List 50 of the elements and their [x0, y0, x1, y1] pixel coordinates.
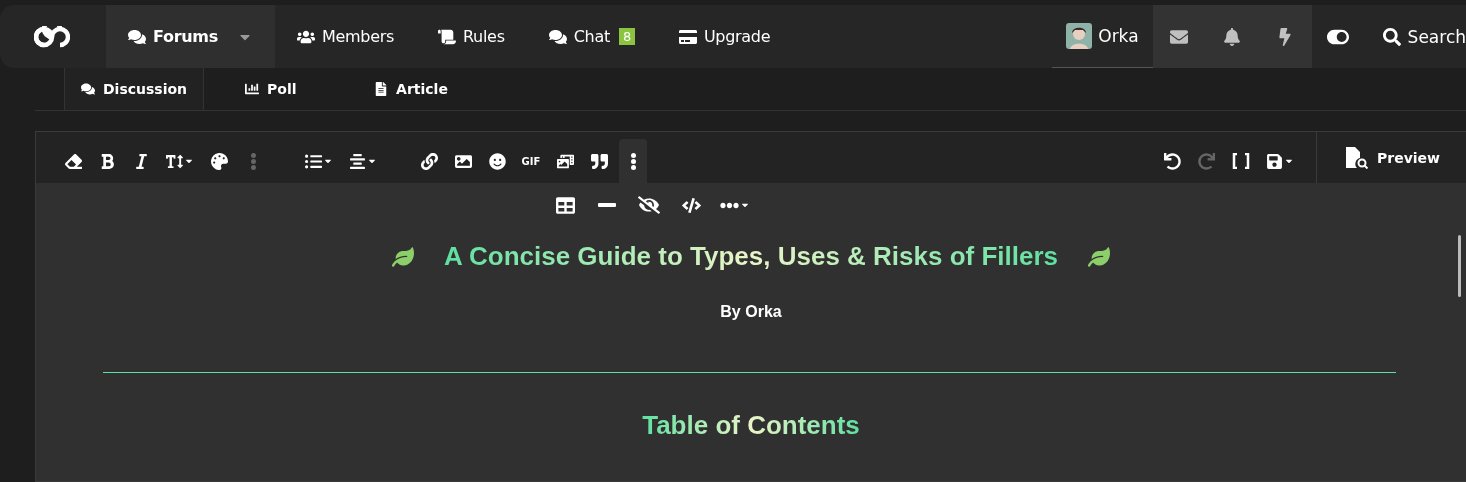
brackets-icon — [1232, 153, 1250, 169]
logo-icon[interactable] — [34, 25, 70, 48]
leaf-icon — [1088, 245, 1111, 268]
save-icon — [1266, 152, 1283, 170]
smiley-icon — [488, 152, 506, 170]
search-link[interactable]: Search — [1364, 5, 1466, 68]
hidden-icon — [638, 194, 660, 216]
nav-icon — [548, 27, 567, 46]
nav-icon — [128, 27, 146, 46]
nav-link[interactable]: Rules — [416, 5, 527, 68]
post-type-tab[interactable]: Article — [357, 68, 487, 110]
document-icon — [374, 82, 389, 96]
palette-icon — [210, 152, 228, 170]
mail-icon — [1170, 27, 1189, 46]
code-icon — [681, 195, 701, 215]
nav-icon — [678, 27, 697, 46]
text-size-icon — [166, 152, 183, 170]
align-icon — [349, 152, 366, 170]
search-icon — [1382, 27, 1401, 46]
bar-chart-icon — [245, 82, 260, 96]
more-icon — [250, 152, 256, 170]
post-type-tab[interactable]: Discussion — [64, 68, 205, 110]
link-icon — [420, 152, 438, 170]
gallery-icon — [556, 152, 574, 170]
more-icon — [630, 152, 636, 170]
leaf-icon — [391, 245, 414, 268]
undo-icon — [1164, 152, 1182, 170]
document-search-icon — [1345, 146, 1369, 169]
image-icon — [454, 152, 472, 170]
avatar-icon — [1066, 23, 1093, 49]
bell-icon — [1223, 27, 1242, 46]
scrollbar[interactable] — [1458, 235, 1461, 297]
more-button[interactable] — [619, 139, 647, 183]
nav-link[interactable]: Forums — [106, 5, 275, 68]
preview-button[interactable]: Preview — [1316, 132, 1466, 183]
chat-bubbles-icon — [81, 82, 95, 96]
redo-icon — [1198, 152, 1216, 170]
eraser-icon — [64, 152, 82, 170]
quote-icon — [590, 152, 608, 170]
post-type-tab[interactable]: Poll — [228, 68, 358, 110]
nav-link[interactable]: Chat 8 — [526, 5, 657, 68]
gif-button[interactable]: GIF — [517, 139, 545, 183]
list-icon — [305, 152, 322, 170]
nav-link[interactable]: Upgrade — [656, 5, 793, 68]
nav-icon — [438, 27, 456, 46]
table-icon — [555, 195, 575, 215]
user-link[interactable]: Orka — [1052, 5, 1153, 68]
nav-link[interactable]: Members — [274, 5, 416, 68]
count-badge: 8 — [618, 28, 635, 45]
byline: By Orka — [720, 303, 782, 321]
